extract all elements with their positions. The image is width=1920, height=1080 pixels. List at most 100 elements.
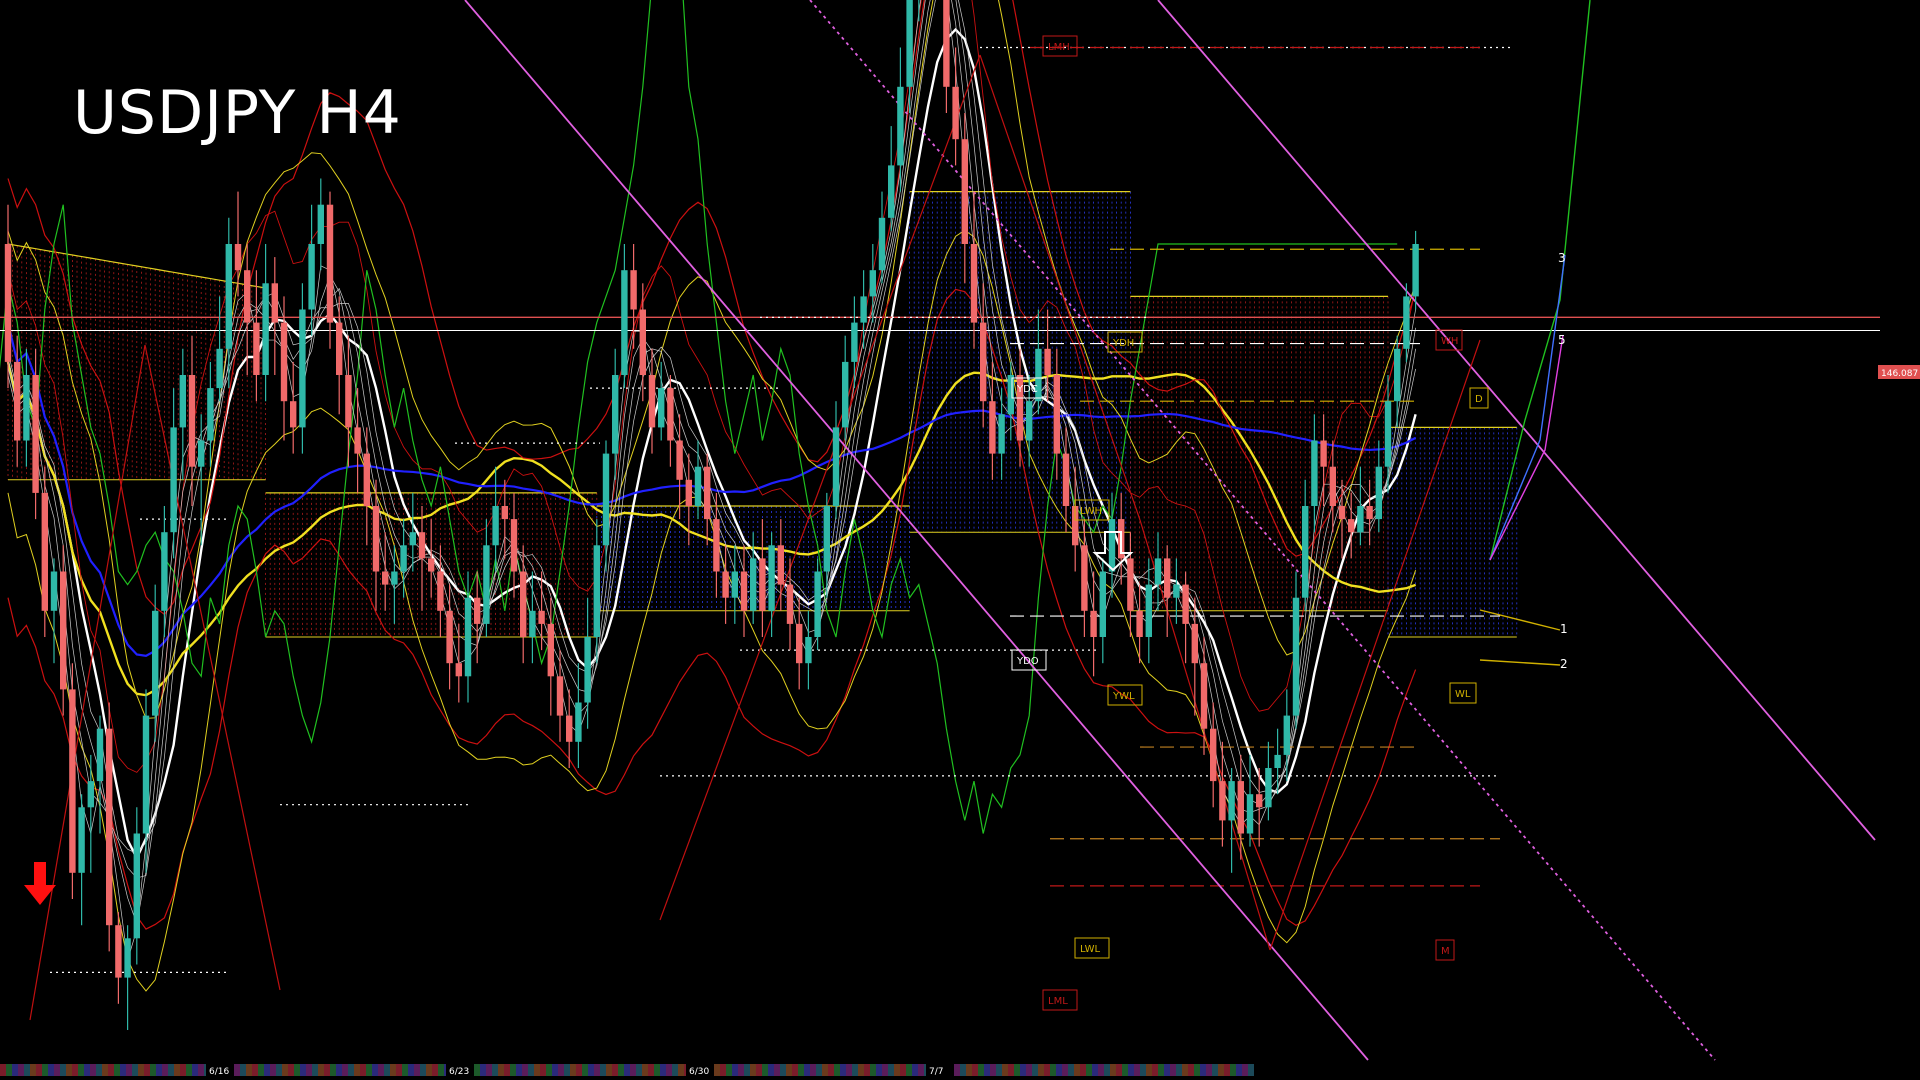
time-axis-cell (876, 1064, 882, 1076)
candle-bear (253, 322, 260, 375)
time-axis-cell (672, 1064, 678, 1076)
time-axis-cell (1056, 1064, 1062, 1076)
date-label: 6/30 (689, 1067, 709, 1077)
candle-bull (124, 938, 131, 978)
time-axis-cell (102, 1064, 108, 1076)
time-axis-cell (54, 1064, 60, 1076)
candle-bull (897, 86, 904, 166)
candle-bear (4, 244, 12, 362)
candle-bear (474, 597, 481, 624)
time-axis-cell (1062, 1064, 1068, 1076)
time-axis-cell (654, 1064, 660, 1076)
time-axis-cell (894, 1064, 900, 1076)
candle-bull (198, 440, 205, 467)
candle-bear (363, 453, 370, 506)
candle-bull (823, 506, 830, 572)
time-axis-cell (900, 1064, 906, 1076)
time-axis-cell (852, 1064, 858, 1076)
candle-bear (106, 728, 113, 926)
candle-bear (1053, 375, 1060, 454)
candle-bear (271, 283, 278, 323)
time-axis-cell (612, 1064, 618, 1076)
time-axis-cell (186, 1064, 192, 1076)
time-axis-cell (582, 1064, 588, 1076)
time-axis-cell (816, 1064, 822, 1076)
time-axis-cell (1032, 1064, 1038, 1076)
time-axis-cell (600, 1064, 606, 1076)
trend-channel-line (464, 0, 1369, 1061)
candle-bull (1302, 506, 1309, 598)
time-axis-cell (24, 1064, 30, 1076)
time-axis-cell (1098, 1064, 1104, 1076)
candle-bear (1338, 506, 1346, 520)
time-axis-cell (798, 1064, 804, 1076)
time-axis-cell (144, 1064, 150, 1076)
candle-bear (501, 506, 508, 520)
candle-bull (658, 388, 665, 428)
time-axis-cell (1176, 1064, 1182, 1076)
time-axis-cell (246, 1064, 252, 1076)
candle-bear (280, 322, 288, 402)
time-axis-cell (1074, 1064, 1080, 1076)
time-axis-cell (492, 1064, 498, 1076)
time-axis-cell (252, 1064, 258, 1076)
candle-bull (750, 558, 757, 611)
time-axis-cell (1092, 1064, 1098, 1076)
time-axis-cell (156, 1064, 162, 1076)
time-axis-cell (1224, 1064, 1230, 1076)
candle-bear (639, 309, 646, 375)
time-axis-cell (1194, 1064, 1200, 1076)
candle-bull (400, 545, 407, 572)
time-axis-cell (324, 1064, 330, 1076)
time-axis-cell (768, 1064, 774, 1076)
candle-bear (1081, 545, 1088, 611)
zigzag-line (1269, 339, 1481, 951)
time-axis-cell (576, 1064, 582, 1076)
time-axis-cell (474, 1064, 480, 1076)
date-label: 6/23 (449, 1067, 469, 1077)
projection-label-1: 1 (1560, 622, 1568, 636)
time-axis-cell (882, 1064, 888, 1076)
time-axis-cell (1146, 1064, 1152, 1076)
time-axis-cell (420, 1064, 426, 1076)
level-tag-lmh: LMH (1048, 42, 1070, 53)
time-axis-cell (714, 1064, 720, 1076)
time-axis-cell (918, 1064, 924, 1076)
time-axis-cell (138, 1064, 144, 1076)
time-axis-cell (1080, 1064, 1086, 1076)
candle-bear (326, 204, 334, 323)
time-axis-cell (780, 1064, 786, 1076)
time-axis-cell (18, 1064, 24, 1076)
candle-bear (970, 244, 978, 323)
time-axis-cell (312, 1064, 318, 1076)
candle-bull (1145, 584, 1152, 637)
time-axis-cell (984, 1064, 990, 1076)
time-axis-cell (588, 1064, 594, 1076)
time-axis-cell (546, 1064, 552, 1076)
candle-bear (547, 623, 554, 677)
time-axis-cell (414, 1064, 420, 1076)
projection-line-green (1489, 0, 1591, 561)
candle-bear (1200, 663, 1208, 729)
candle-bull (1099, 571, 1106, 637)
time-axis-cell (594, 1064, 600, 1076)
price-chart[interactable]: LMH YDH YDC YDO LWH YWL LWL LML WH WL D M 146.087 3 5 1… (0, 0, 1920, 1080)
candle-bear (1348, 519, 1355, 533)
time-axis-cell (1200, 1064, 1206, 1076)
time-axis-cell (528, 1064, 534, 1076)
candle-bull (1412, 244, 1419, 297)
time-axis-cell (648, 1064, 654, 1076)
candle-bear (1320, 440, 1327, 467)
time-axis-cell (84, 1064, 90, 1076)
time-axis-cell (762, 1064, 768, 1076)
time-axis-cell (66, 1064, 72, 1076)
time-axis-cell (840, 1064, 846, 1076)
level-tag-ydh: YDH (1112, 338, 1134, 349)
level-tag-wl: WL (1455, 689, 1471, 700)
candle-bear (704, 466, 711, 520)
candle-bull (262, 283, 269, 375)
candle-bear (740, 571, 748, 611)
candle-bear (345, 375, 352, 428)
level-tag-lwl: LWL (1080, 944, 1101, 955)
time-axis-cell (990, 1064, 996, 1076)
